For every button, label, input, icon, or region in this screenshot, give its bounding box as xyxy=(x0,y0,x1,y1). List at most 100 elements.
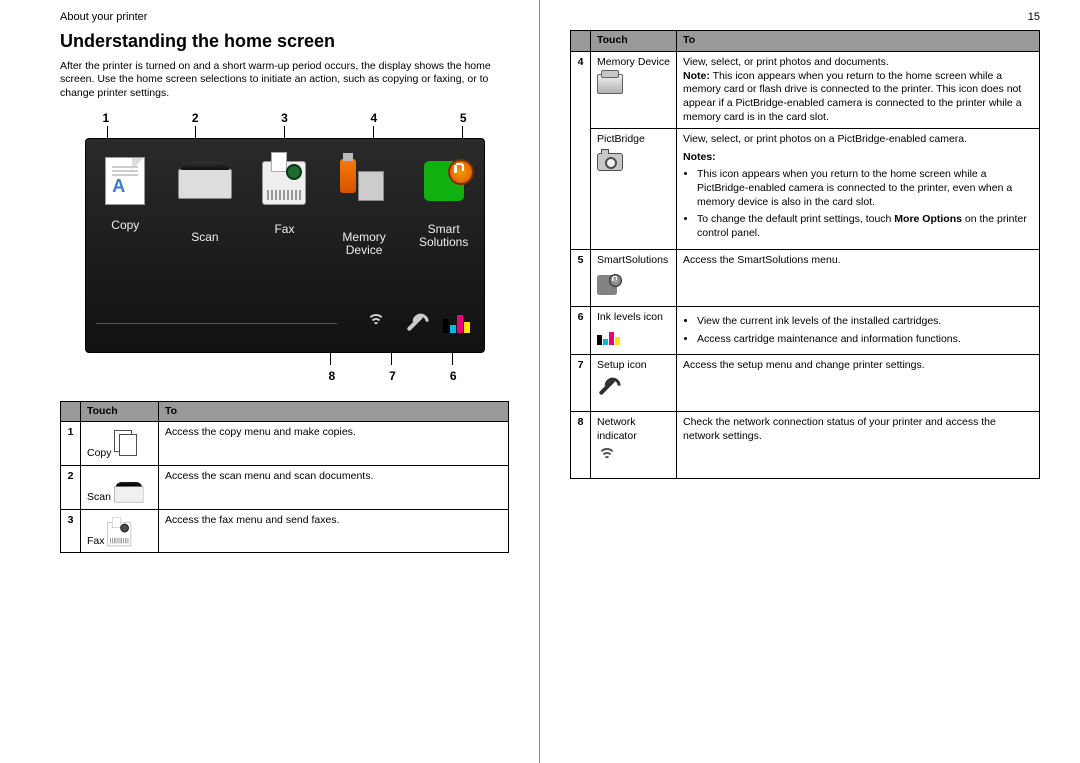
table-row: 1 Copy Access the copy menu and make cop… xyxy=(61,422,509,466)
callout-number: 3 xyxy=(281,111,288,127)
row-number: 2 xyxy=(61,466,81,510)
callout-number: 4 xyxy=(370,111,377,127)
note-bullet: Access cartridge maintenance and informa… xyxy=(697,333,1033,347)
wrench-icon xyxy=(597,377,627,403)
home-icon-memory-device: Memory Device xyxy=(328,157,400,257)
note-bullet: View the current ink levels of the insta… xyxy=(697,315,1033,329)
table-header-row: Touch To xyxy=(571,31,1040,52)
copy-icon: A xyxy=(97,157,153,213)
callout-number: 7 xyxy=(389,369,396,385)
callouts-bottom: 8 7 6 xyxy=(85,369,485,385)
note-text: This icon appears when you return to the… xyxy=(683,70,1022,123)
icon-label: Fax xyxy=(248,223,320,236)
table-row: 2 Scan Access the scan menu and scan doc… xyxy=(61,466,509,510)
row-to: View, select, or print photos and docume… xyxy=(677,51,1040,128)
copy-icon xyxy=(114,430,144,456)
row-touch: PictBridge xyxy=(591,129,677,249)
row-touch-label: Memory Device xyxy=(597,56,670,68)
left-column: About your printer Understanding the hom… xyxy=(0,0,540,763)
running-header: About your printer xyxy=(60,10,509,24)
note-bullet: This icon appears when you return to the… xyxy=(697,168,1033,209)
row-touch: Setup icon xyxy=(591,355,677,412)
row-touch: Scan xyxy=(81,466,159,510)
home-screen-diagram: 1 2 3 4 5 A Copy Scan xyxy=(85,111,485,385)
note-bullet: To change the default print settings, to… xyxy=(697,213,1033,240)
table-row: 6 Ink levels icon View the current ink l… xyxy=(571,306,1040,354)
table-row: 4 Memory Device View, select, or print p… xyxy=(571,51,1040,128)
home-icon-smart-solutions: Smart Solutions xyxy=(408,157,480,257)
table-header: To xyxy=(677,31,1040,52)
smart-solutions-icon xyxy=(416,161,472,217)
row-number: 3 xyxy=(61,509,81,553)
row-to: View the current ink levels of the insta… xyxy=(677,306,1040,354)
note-label: Note: xyxy=(683,70,710,82)
row-touch-label: PictBridge xyxy=(597,133,645,145)
callout-number: 8 xyxy=(328,369,335,385)
row-touch: Ink levels icon xyxy=(591,306,677,354)
ink-levels-icon xyxy=(597,331,670,345)
smart-solutions-icon xyxy=(597,271,627,297)
intro-paragraph: After the printer is turned on and a sho… xyxy=(60,60,509,101)
icon-label: Memory Device xyxy=(328,231,400,257)
row-touch-label: Fax xyxy=(87,535,105,547)
callouts-top: 1 2 3 4 5 xyxy=(85,111,485,127)
row-number: 8 xyxy=(571,412,591,478)
table-row: 3 Fax Access the fax menu and send faxes… xyxy=(61,509,509,553)
right-column: 15 Touch To 4 Memory Device xyxy=(540,0,1080,763)
row-touch-label: Setup icon xyxy=(597,359,647,371)
icon-label: Copy xyxy=(89,219,161,232)
row-touch: SmartSolutions xyxy=(591,249,677,306)
table-header: Touch xyxy=(81,401,159,422)
callout-number: 5 xyxy=(460,111,467,127)
row-to: Check the network connection status of y… xyxy=(677,412,1040,478)
wifi-icon xyxy=(365,314,387,332)
ink-levels-icon xyxy=(443,313,470,333)
table-header-row: Touch To xyxy=(61,401,509,422)
row-number: 7 xyxy=(571,355,591,412)
manual-page: About your printer Understanding the hom… xyxy=(0,0,1080,763)
scan-icon xyxy=(177,169,233,225)
table-row: PictBridge View, select, or print photos… xyxy=(571,129,1040,249)
home-icon-fax: Fax xyxy=(248,157,320,257)
running-header-text: About your printer xyxy=(60,10,147,24)
wrench-icon xyxy=(400,309,428,337)
hard-drive-icon xyxy=(597,74,627,100)
row-to: Access the scan menu and scan documents. xyxy=(159,466,509,510)
table-row: 8 Network indicator Check the network co… xyxy=(571,412,1040,478)
row-touch: Network indicator xyxy=(591,412,677,478)
row-touch: Copy xyxy=(81,422,159,466)
page-number: 15 xyxy=(1028,10,1040,24)
reference-table-left: Touch To 1 Copy Access the copy menu and… xyxy=(60,401,509,554)
table-row: 5 SmartSolutions Access the SmartSolutio… xyxy=(571,249,1040,306)
row-touch-label: Copy xyxy=(87,447,112,459)
notes-list: This icon appears when you return to the… xyxy=(697,168,1033,240)
callout-number: 1 xyxy=(103,111,110,127)
row-to: Access the setup menu and change printer… xyxy=(677,355,1040,412)
fax-icon xyxy=(107,518,137,544)
callout-number: 2 xyxy=(192,111,199,127)
table-row: 7 Setup icon Access the setup menu and c… xyxy=(571,355,1040,412)
icon-label: Smart Solutions xyxy=(408,223,480,249)
row-touch-label: SmartSolutions xyxy=(597,254,668,266)
row-number: 6 xyxy=(571,306,591,354)
table-header xyxy=(571,31,591,52)
reference-table-right: Touch To 4 Memory Device View, select, o… xyxy=(570,30,1040,478)
row-to: Access the copy menu and make copies. xyxy=(159,422,509,466)
row-to: View, select, or print photos on a PictB… xyxy=(677,129,1040,249)
page-title: Understanding the home screen xyxy=(60,30,509,53)
row-touch-label: Scan xyxy=(87,491,111,503)
notes-label: Notes: xyxy=(683,151,716,163)
row-touch: Fax xyxy=(81,509,159,553)
camera-icon xyxy=(597,151,627,177)
table-header: To xyxy=(159,401,509,422)
row-number: 4 xyxy=(571,51,591,249)
row-touch: Memory Device xyxy=(591,51,677,128)
notes-list: View the current ink levels of the insta… xyxy=(697,315,1033,346)
row-to-text: View, select, or print photos and docume… xyxy=(683,56,889,68)
leader-lines-top xyxy=(85,126,485,138)
table-header: Touch xyxy=(591,31,677,52)
row-number: 5 xyxy=(571,249,591,306)
home-icon-scan: Scan xyxy=(169,157,241,257)
home-screen-icons-row: A Copy Scan Fax Memory Device xyxy=(86,139,484,257)
memory-device-icon xyxy=(336,169,392,225)
